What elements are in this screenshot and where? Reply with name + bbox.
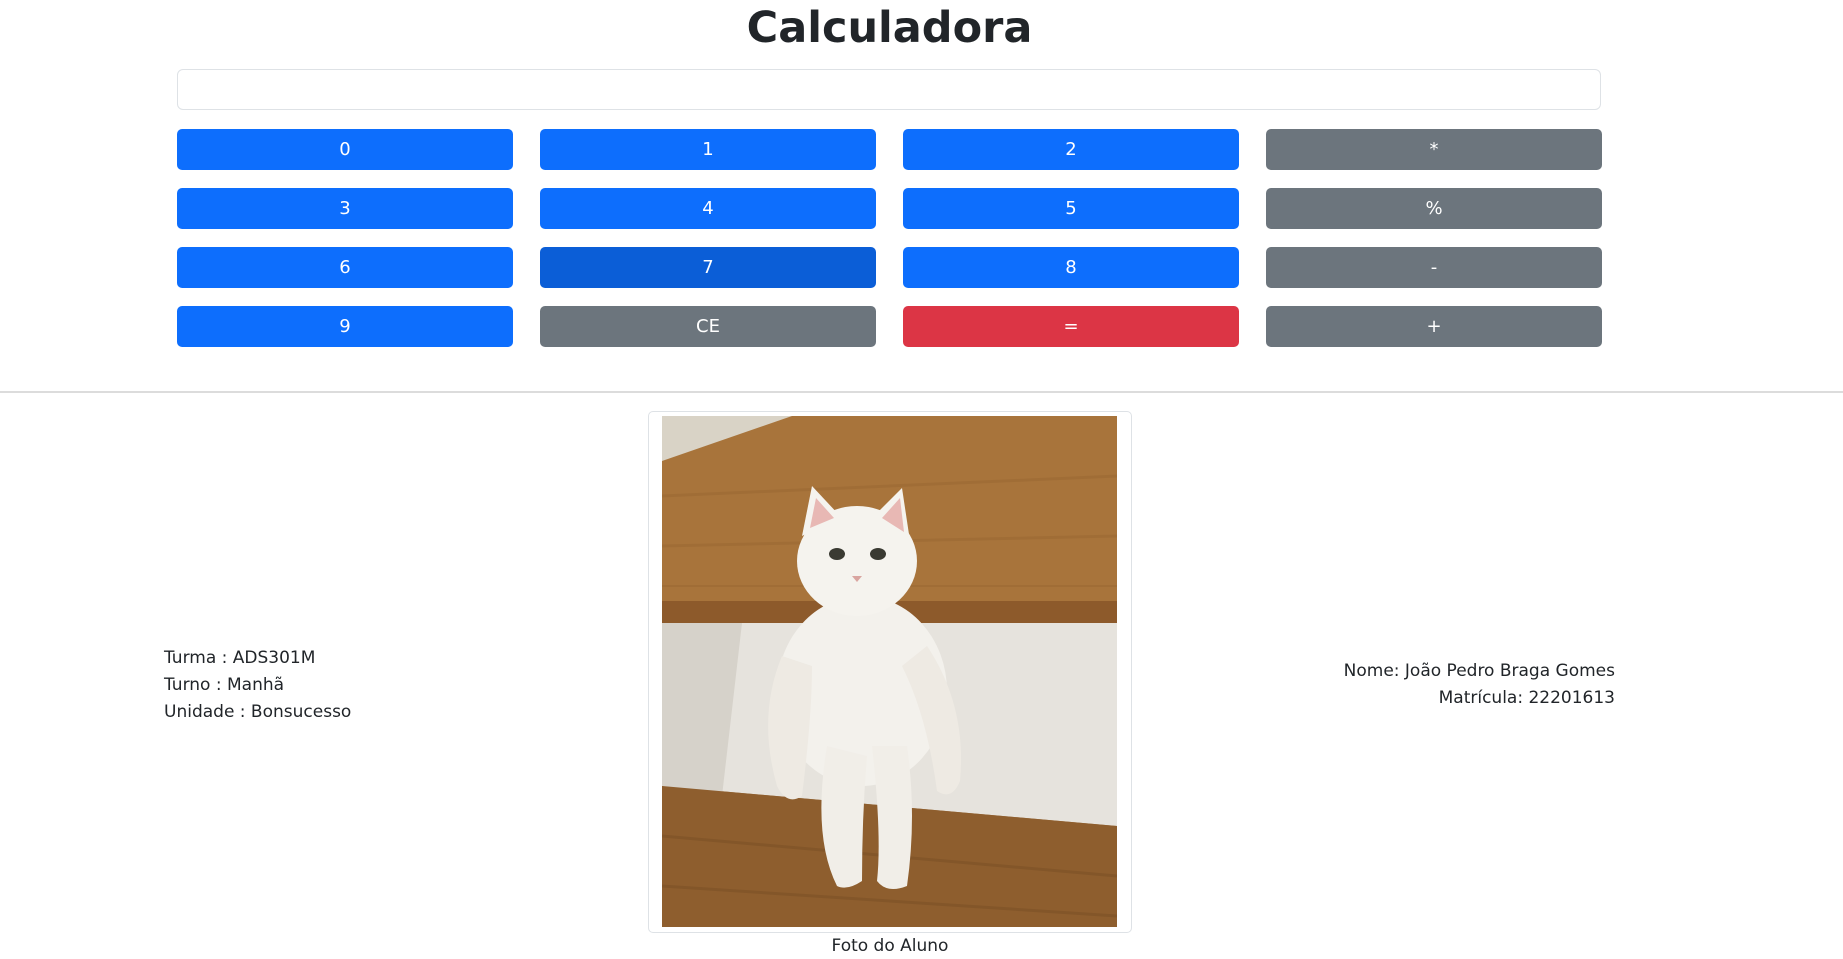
calculator-display[interactable]	[177, 69, 1601, 110]
key-9-button[interactable]: 9	[177, 306, 513, 347]
turma-text: Turma : ADS301M	[164, 648, 316, 668]
add-button[interactable]: +	[1266, 306, 1602, 347]
unidade-text: Unidade : Bonsucesso	[164, 702, 352, 722]
equals-button[interactable]: =	[903, 306, 1239, 347]
page-title: Calculadora	[746, 3, 1033, 53]
key-6-button[interactable]: 6	[177, 247, 513, 288]
key-8-button[interactable]: 8	[903, 247, 1239, 288]
matricula-text: Matrícula: 22201613	[1438, 688, 1615, 708]
student-photo-frame	[648, 411, 1132, 933]
key-3-button[interactable]: 3	[177, 188, 513, 229]
key-2-button[interactable]: 2	[903, 129, 1239, 170]
key-0-button[interactable]: 0	[177, 129, 513, 170]
photo-caption: Foto do Aluno	[831, 936, 949, 956]
key-5-button[interactable]: 5	[903, 188, 1239, 229]
student-class-info: Turma : ADS301M Turno : Manhã Unidade : …	[164, 645, 351, 726]
student-identity-info: Nome: João Pedro Braga Gomes Matrícula: …	[1344, 658, 1615, 712]
page: Calculadora 0 1 2 * 3 4 5 % 6 7 8 - 9 CE…	[0, 0, 1843, 959]
key-4-button[interactable]: 4	[540, 188, 876, 229]
percent-button[interactable]: %	[1266, 188, 1602, 229]
clear-entry-button[interactable]: CE	[540, 306, 876, 347]
nome-text: Nome: João Pedro Braga Gomes	[1343, 661, 1615, 681]
subtract-button[interactable]: -	[1266, 247, 1602, 288]
key-1-button[interactable]: 1	[540, 129, 876, 170]
calculator-keypad: 0 1 2 * 3 4 5 % 6 7 8 - 9 CE = +	[177, 129, 1602, 347]
turno-text: Turno : Manhã	[164, 675, 285, 695]
section-divider	[0, 391, 1843, 393]
multiply-button[interactable]: *	[1266, 129, 1602, 170]
key-7-button[interactable]: 7	[540, 247, 876, 288]
cat-photo-icon	[662, 416, 1117, 927]
